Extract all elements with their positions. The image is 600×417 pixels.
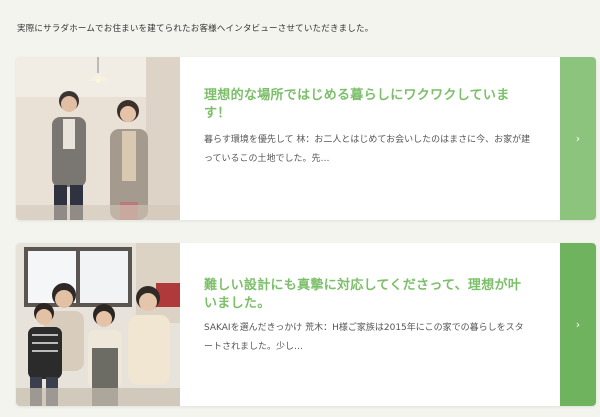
- couple-photo: [16, 57, 180, 220]
- interview-card[interactable]: 理想的な場所ではじめる暮らしにワクワクしています！ 暮らす環境を優先して 林：お…: [16, 57, 596, 220]
- interview-title[interactable]: 難しい設計にも真摯に対応してくださって、理想が叶いました。: [204, 277, 532, 313]
- interview-photo[interactable]: [16, 243, 180, 406]
- interview-excerpt: SAKAIを選んだきっかけ 荒木：H様ご家族は2015年にこの家での暮らしをスタ…: [204, 323, 524, 352]
- interview-excerpt: 暮らす環境を優先して 林：お二人とはじめてお会いしたのはまさに今、お家が建ってい…: [204, 135, 531, 164]
- interview-card[interactable]: 難しい設計にも真摯に対応してくださって、理想が叶いました。 SAKAIを選んだき…: [16, 243, 596, 406]
- interview-title[interactable]: 理想的な場所ではじめる暮らしにワクワクしています！: [204, 87, 532, 123]
- interview-card-body: 理想的な場所ではじめる暮らしにワクワクしています！ 暮らす環境を優先して 林：お…: [180, 57, 560, 220]
- interview-photo[interactable]: [16, 57, 180, 220]
- family-photo: [16, 243, 180, 406]
- chevron-right-icon: ›: [575, 318, 581, 331]
- read-more-button[interactable]: ›: [560, 57, 596, 220]
- chevron-right-icon: ›: [575, 132, 581, 145]
- intro-text: 実際にサラダホームでお住まいを建てられたお客様へインタビューさせていただきました…: [17, 24, 374, 34]
- read-more-button[interactable]: ›: [560, 243, 596, 406]
- interview-card-body: 難しい設計にも真摯に対応してくださって、理想が叶いました。 SAKAIを選んだき…: [180, 243, 560, 406]
